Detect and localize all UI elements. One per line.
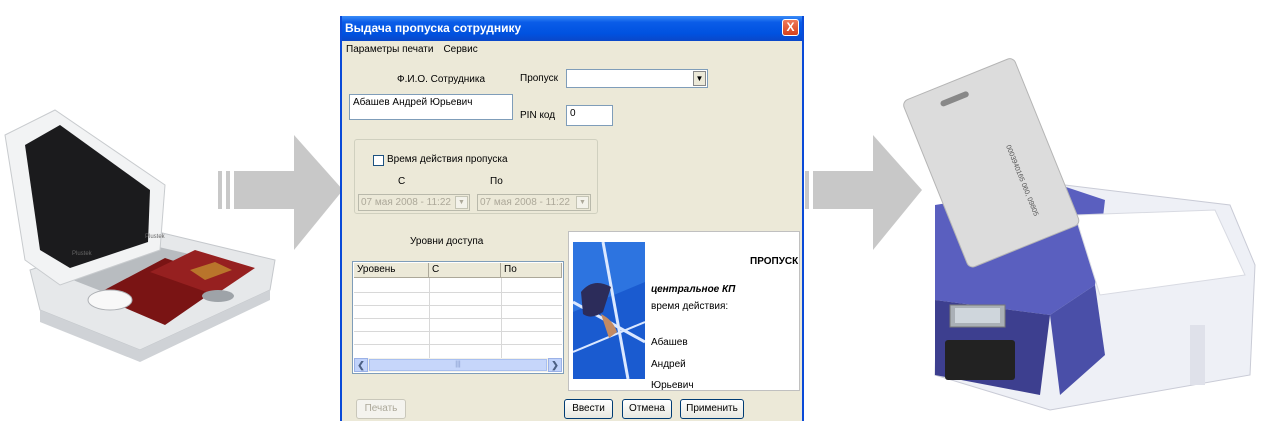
pass-select[interactable]: ▼	[566, 69, 708, 88]
validity-checkbox[interactable]	[373, 155, 384, 166]
apply-button[interactable]: Применить	[680, 399, 744, 419]
validity-checkbox-label: Время действия пропуска	[387, 154, 508, 165]
from-label: С	[398, 176, 406, 187]
window-titlebar[interactable]: Выдача пропуска сотруднику	[342, 16, 802, 41]
card-header: ПРОПУСК	[750, 256, 799, 267]
fio-label: Ф.И.О. Сотрудника	[397, 74, 486, 85]
svg-text:Plustek: Plustek	[145, 234, 166, 240]
chevron-down-icon[interactable]: ▼	[455, 196, 468, 209]
card-printer-image: 0003940165 060, 09805	[903, 58, 1256, 411]
access-levels-grid[interactable]: Уровень С По ❮ ||| ❯	[352, 261, 564, 374]
pin-input[interactable]: 0	[566, 105, 613, 126]
column-header-to[interactable]: По	[501, 263, 562, 278]
from-date-value: 07 мая 2008 - 11:22	[361, 197, 451, 208]
pin-label: PIN код	[520, 110, 556, 121]
arrow-right-icon	[218, 135, 343, 250]
scroll-thumb[interactable]: |||	[369, 359, 547, 371]
to-date-picker[interactable]: 07 мая 2008 - 11:22 ▼	[477, 194, 591, 211]
card-patronymic: Юрьевич	[651, 380, 694, 391]
print-button[interactable]: Печать	[356, 399, 406, 419]
to-label: По	[490, 176, 503, 187]
scanner-logo: Plustek	[72, 251, 93, 257]
cancel-button[interactable]: Отмена	[622, 399, 672, 419]
card-surname: Абашев	[651, 337, 688, 348]
card-photo-image	[573, 242, 645, 379]
menu-print-settings[interactable]: Параметры печати	[346, 44, 433, 55]
menu-bar: Параметры печати Сервис	[342, 41, 802, 59]
pass-card-preview: ПРОПУСК центральное КП время действия: А…	[568, 231, 800, 391]
scroll-left-icon[interactable]: ❮	[354, 358, 368, 372]
window-title: Выдача пропуска сотруднику	[345, 21, 522, 35]
card-validity: время действия:	[651, 301, 729, 312]
scroll-right-icon[interactable]: ❯	[548, 358, 562, 372]
card-checkpoint: центральное КП	[651, 284, 736, 295]
chevron-down-icon[interactable]: ▼	[576, 196, 589, 209]
to-date-value: 07 мая 2008 - 11:22	[480, 197, 570, 208]
column-header-level[interactable]: Уровень	[354, 263, 429, 278]
menu-service[interactable]: Сервис	[443, 44, 477, 55]
column-header-from[interactable]: С	[429, 263, 501, 278]
horizontal-scrollbar[interactable]: ❮ ||| ❯	[354, 358, 562, 372]
enter-button[interactable]: Ввести	[564, 399, 613, 419]
pass-label: Пропуск	[520, 73, 558, 84]
close-icon[interactable]: X	[782, 19, 799, 36]
fio-input[interactable]: Абашев Андрей Юрьевич	[349, 94, 513, 120]
chevron-down-icon[interactable]: ▼	[693, 71, 706, 86]
from-date-picker[interactable]: 07 мая 2008 - 11:22 ▼	[358, 194, 470, 211]
access-levels-title: Уровни доступа	[410, 236, 484, 247]
card-name: Андрей	[651, 359, 686, 370]
issue-pass-dialog: Выдача пропуска сотруднику X Параметры п…	[340, 16, 804, 421]
